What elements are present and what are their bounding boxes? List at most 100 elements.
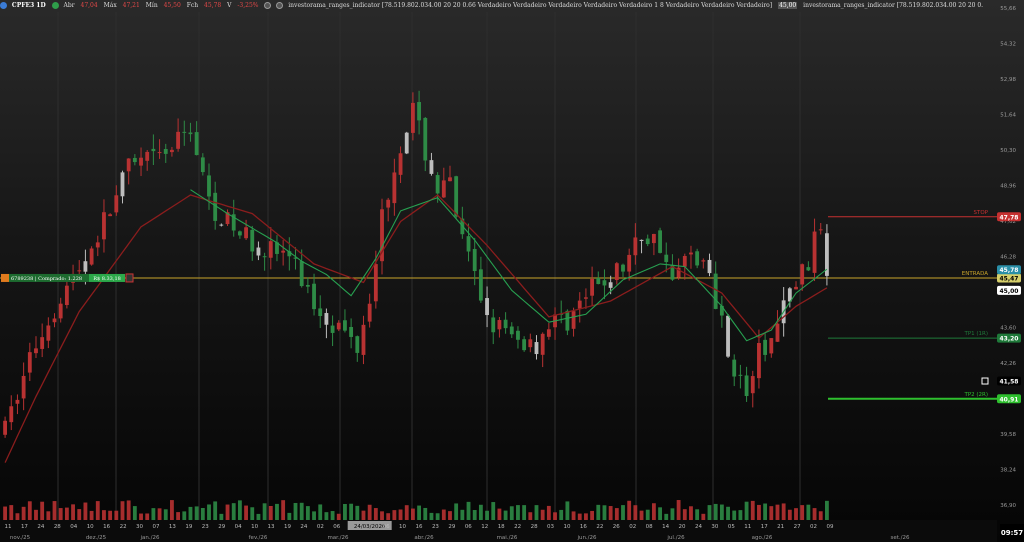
settings-icon[interactable] [264, 2, 272, 9]
candle-body[interactable] [219, 224, 224, 226]
candle-body[interactable] [534, 342, 539, 355]
candle-body[interactable] [343, 320, 347, 331]
candle-body[interactable] [435, 175, 440, 194]
candle-body[interactable] [732, 359, 737, 377]
indicator-text-2[interactable]: investorama_ranges_indicator [78.519.802… [803, 2, 983, 9]
candle-body[interactable] [596, 277, 601, 285]
candle-body[interactable] [775, 323, 780, 342]
candle-body[interactable] [726, 315, 730, 357]
candle-body[interactable] [651, 233, 656, 244]
candle-body[interactable] [614, 263, 619, 281]
candle-body[interactable] [324, 313, 329, 325]
candle-body[interactable] [602, 280, 607, 286]
candle-body[interactable] [763, 339, 768, 355]
candle-body[interactable] [336, 322, 341, 330]
candle-body[interactable] [176, 131, 181, 149]
candle-body[interactable] [750, 376, 755, 394]
candle-body[interactable] [441, 180, 446, 198]
candle-body[interactable] [95, 242, 100, 248]
candle-body[interactable] [608, 282, 613, 288]
candle-body[interactable] [454, 176, 459, 217]
candle-body[interactable] [633, 237, 638, 256]
candle-body[interactable] [194, 132, 199, 156]
candle-body[interactable] [744, 375, 749, 397]
candle-body[interactable] [509, 326, 514, 335]
candle-body[interactable] [658, 230, 662, 253]
candle-body[interactable] [713, 273, 718, 309]
candle-body[interactable] [299, 261, 304, 287]
candle-body[interactable] [682, 255, 687, 267]
candle-body[interactable] [577, 300, 582, 309]
candle-body[interactable] [367, 303, 372, 322]
candle-body[interactable] [200, 157, 205, 173]
candle-body[interactable] [305, 284, 310, 287]
candle-body[interactable] [472, 248, 477, 272]
candle-body[interactable] [695, 251, 700, 266]
candle-body[interactable] [528, 339, 533, 348]
candle-body[interactable] [584, 297, 588, 299]
candle-body[interactable] [9, 406, 14, 423]
candle-body[interactable] [361, 324, 366, 355]
candle-body[interactable] [281, 250, 286, 253]
candlestick-chart[interactable]: STOP ENTRADA TP1 (1R) TP2 (2R) 55,66 54,32 52,… [0, 0, 1024, 542]
crosshair-icon[interactable] [981, 377, 989, 385]
candle-body[interactable] [34, 348, 38, 354]
candle-body[interactable] [689, 252, 693, 255]
candle-body[interactable] [163, 149, 168, 154]
candle-body[interactable] [466, 236, 471, 252]
candle-body[interactable] [27, 352, 32, 373]
candle-body[interactable] [256, 247, 261, 256]
symbol-label[interactable]: CPFE3 1D [12, 2, 46, 9]
candle-body[interactable] [757, 343, 761, 379]
candle-body[interactable] [540, 333, 545, 355]
candle-body[interactable] [237, 231, 242, 236]
candle-body[interactable] [392, 172, 397, 204]
candle-body[interactable] [46, 325, 51, 341]
candle-body[interactable] [707, 259, 712, 274]
candle-body[interactable] [120, 172, 125, 197]
candle-body[interactable] [114, 195, 119, 213]
candle-body[interactable] [188, 132, 193, 135]
candle-body[interactable] [812, 231, 817, 273]
candle-body[interactable] [349, 326, 354, 337]
candle-body[interactable] [126, 158, 131, 172]
candle-body[interactable] [565, 310, 570, 331]
candle-body[interactable] [355, 336, 360, 353]
candle-body[interactable] [800, 264, 805, 285]
candle-body[interactable] [15, 399, 20, 404]
candle-body[interactable] [373, 264, 378, 302]
candle-body[interactable] [818, 229, 823, 231]
candle-body[interactable] [738, 374, 743, 376]
candle-body[interactable] [170, 149, 174, 153]
candle-body[interactable] [485, 298, 489, 316]
candle-body[interactable] [478, 269, 483, 301]
candle-body[interactable] [250, 229, 255, 252]
candle-body[interactable] [423, 117, 428, 161]
candle-body[interactable] [497, 320, 502, 330]
candle-body[interactable] [386, 199, 391, 208]
candle-body[interactable] [151, 148, 156, 152]
close-position-button[interactable] [125, 273, 134, 283]
candle-body[interactable] [145, 151, 150, 161]
candle-body[interactable] [398, 153, 403, 175]
candle-body[interactable] [639, 239, 644, 242]
candle-body[interactable] [312, 283, 316, 310]
candle-body[interactable] [182, 131, 187, 133]
candle-body[interactable] [448, 177, 452, 182]
candle-body[interactable] [645, 238, 650, 245]
candle-body[interactable] [417, 102, 422, 121]
candle-body[interactable] [139, 157, 143, 166]
candle-body[interactable] [77, 270, 82, 272]
candle-body[interactable] [102, 212, 106, 240]
candle-body[interactable] [52, 318, 57, 323]
candle-body[interactable] [590, 278, 595, 296]
candle-body[interactable] [546, 329, 551, 337]
candle-body[interactable] [806, 267, 811, 271]
chart-panel[interactable]: STOP ENTRADA TP1 (1R) TP2 (2R) 55,66 54,32 52,… [0, 0, 1024, 542]
candle-body[interactable] [503, 319, 508, 329]
candle-body[interactable] [3, 420, 8, 435]
candle-body[interactable] [207, 175, 211, 197]
candle-body[interactable] [410, 102, 415, 133]
candle-body[interactable] [701, 260, 706, 262]
candle-body[interactable] [769, 338, 774, 354]
